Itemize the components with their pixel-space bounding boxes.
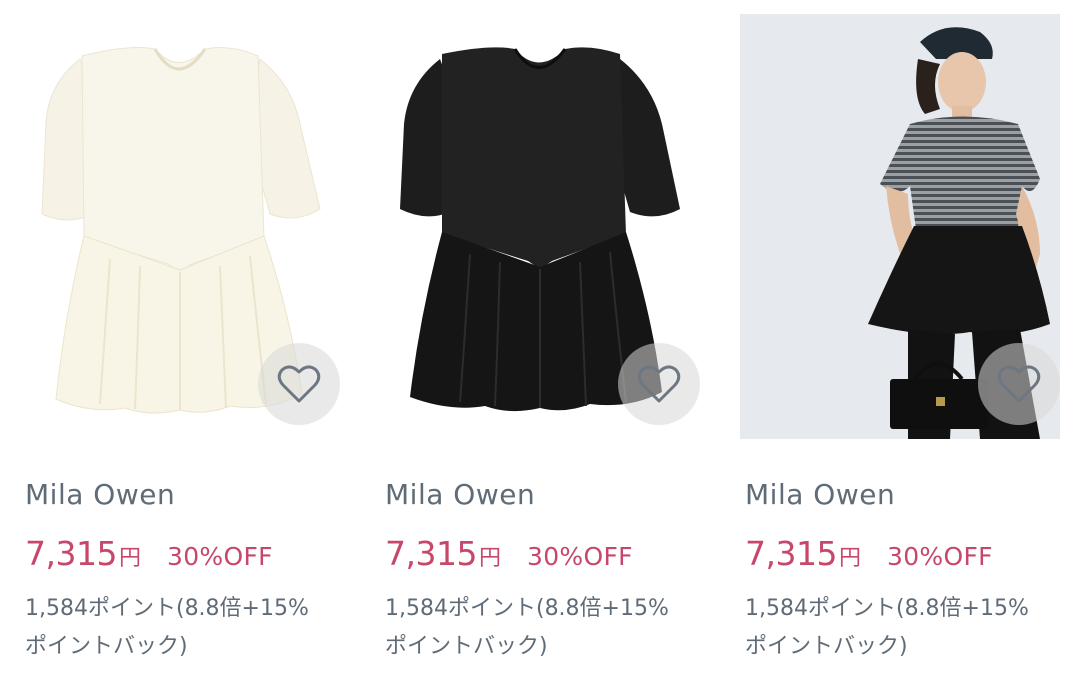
price-row: 7,315 円 30%OFF (385, 534, 633, 578)
points-line-2: ポイントバック) (25, 634, 188, 659)
price-value: 7,315 (745, 534, 837, 573)
brand-name[interactable]: Mila Owen (745, 478, 895, 511)
brand-name[interactable]: Mila Owen (385, 478, 535, 511)
discount-badge: 30%OFF (527, 542, 633, 571)
points-info: 1,584ポイント(8.8倍+15% ポイントバック) (385, 590, 705, 666)
product-card[interactable]: Mila Owen 7,315 円 30%OFF 1,584ポイント(8.8倍+… (380, 0, 710, 689)
product-card[interactable]: Mila Owen 7,315 円 30%OFF 1,584ポイント(8.8倍+… (20, 0, 350, 689)
points-info: 1,584ポイント(8.8倍+15% ポイントバック) (745, 590, 1065, 666)
favorite-button[interactable] (258, 343, 340, 425)
price-row: 7,315 円 30%OFF (745, 534, 993, 578)
price-value: 7,315 (25, 534, 117, 573)
heart-outline-icon (277, 365, 321, 403)
heart-outline-icon (997, 365, 1041, 403)
points-line-1: 1,584ポイント(8.8倍+15% (745, 596, 1029, 621)
points-line-1: 1,584ポイント(8.8倍+15% (385, 596, 669, 621)
product-grid: Mila Owen 7,315 円 30%OFF 1,584ポイント(8.8倍+… (0, 0, 1080, 689)
discount-badge: 30%OFF (167, 542, 273, 571)
favorite-button[interactable] (618, 343, 700, 425)
price-currency: 円 (118, 546, 141, 571)
price-currency: 円 (478, 546, 501, 571)
points-line-2: ポイントバック) (745, 634, 908, 659)
price-value: 7,315 (385, 534, 477, 573)
points-line-1: 1,584ポイント(8.8倍+15% (25, 596, 309, 621)
points-line-2: ポイントバック) (385, 634, 548, 659)
brand-name[interactable]: Mila Owen (25, 478, 175, 511)
points-info: 1,584ポイント(8.8倍+15% ポイントバック) (25, 590, 345, 666)
discount-badge: 30%OFF (887, 542, 993, 571)
heart-outline-icon (637, 365, 681, 403)
favorite-button[interactable] (978, 343, 1060, 425)
price-currency: 円 (838, 546, 861, 571)
product-card[interactable]: Mila Owen 7,315 円 30%OFF 1,584ポイント(8.8倍+… (740, 0, 1070, 689)
price-row: 7,315 円 30%OFF (25, 534, 273, 578)
